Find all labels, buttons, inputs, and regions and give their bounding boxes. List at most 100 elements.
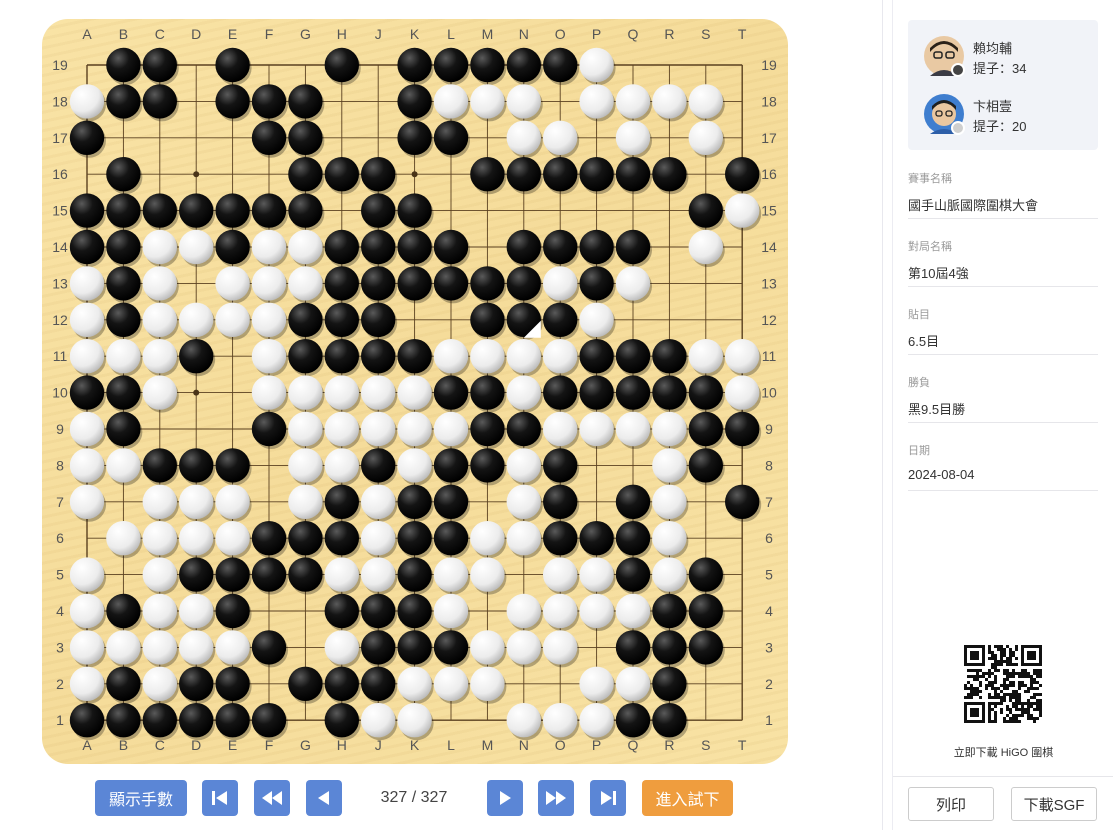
black-stone bbox=[615, 229, 651, 265]
column-label: R bbox=[664, 26, 674, 42]
download-sgf-button[interactable]: 下載SGF bbox=[1011, 787, 1097, 821]
white-stone bbox=[506, 120, 541, 155]
white-stone bbox=[397, 703, 432, 738]
white-stone bbox=[652, 448, 687, 483]
black-stone bbox=[215, 193, 250, 228]
white-stone bbox=[543, 703, 578, 738]
last-move-button[interactable] bbox=[590, 780, 626, 816]
info-label: 貼目 bbox=[908, 309, 930, 321]
fast-backward-icon bbox=[262, 791, 282, 805]
black-stone bbox=[543, 521, 578, 556]
black-stone bbox=[288, 521, 323, 556]
info-result: 勝負 黑9.5目勝 bbox=[908, 374, 1098, 423]
row-label: 10 bbox=[761, 385, 777, 401]
fast-backward-button[interactable] bbox=[254, 780, 290, 816]
black-stone bbox=[433, 47, 469, 83]
fast-forward-button[interactable] bbox=[538, 780, 574, 816]
black-stone bbox=[470, 411, 505, 447]
white-stone bbox=[543, 339, 578, 374]
black-stone bbox=[725, 484, 760, 519]
row-label: 3 bbox=[56, 639, 64, 655]
black-stone bbox=[361, 630, 396, 665]
black-stone bbox=[251, 630, 287, 665]
black-stone bbox=[324, 593, 359, 629]
black-stone bbox=[142, 47, 177, 83]
black-stone bbox=[615, 703, 651, 738]
row-label: 11 bbox=[762, 348, 777, 364]
black-stone bbox=[615, 375, 651, 410]
info-value: 第10屆4強 bbox=[908, 266, 969, 281]
black-stone bbox=[215, 47, 250, 83]
white-stone bbox=[470, 339, 505, 374]
row-label: 15 bbox=[52, 203, 68, 219]
row-label: 7 bbox=[56, 494, 64, 510]
white-stone bbox=[324, 375, 359, 410]
white-stone bbox=[506, 375, 541, 410]
row-label: 9 bbox=[56, 421, 64, 437]
row-label: 14 bbox=[52, 239, 68, 255]
black-stone bbox=[652, 630, 687, 665]
first-move-icon bbox=[212, 791, 227, 805]
column-label: P bbox=[592, 26, 601, 42]
white-stone bbox=[543, 266, 578, 301]
black-stone bbox=[688, 411, 723, 447]
black-stone bbox=[397, 484, 432, 519]
white-stone bbox=[179, 484, 214, 519]
column-label: B bbox=[119, 26, 128, 42]
white-stone bbox=[324, 557, 359, 592]
black-stone bbox=[361, 229, 396, 265]
board-grid[interactable]: AABBCCDDEEFFGGHHJJKKLLMMNNOOPPQQRRSSTT1 1… bbox=[42, 19, 788, 764]
white-stone bbox=[179, 229, 214, 265]
row-label: 17 bbox=[52, 130, 68, 146]
column-label: T bbox=[738, 26, 747, 42]
white-stone bbox=[579, 411, 614, 447]
white-stone bbox=[142, 521, 177, 556]
column-label: C bbox=[155, 26, 165, 42]
player-black: 賴均輔 提子：34 bbox=[924, 36, 1094, 82]
white-stone bbox=[615, 120, 651, 155]
black-stone bbox=[324, 666, 359, 701]
try-mode-button[interactable]: 進入試下 bbox=[642, 780, 733, 816]
next-move-button[interactable] bbox=[487, 780, 523, 816]
black-stone bbox=[106, 193, 141, 228]
white-stone bbox=[106, 448, 141, 483]
black-stone bbox=[579, 266, 614, 301]
white-stone bbox=[361, 557, 396, 592]
first-move-button[interactable] bbox=[202, 780, 238, 816]
black-stone bbox=[397, 120, 432, 155]
black-stone bbox=[506, 229, 541, 265]
black-stone bbox=[615, 157, 651, 192]
black-stone bbox=[179, 448, 214, 483]
white-stone bbox=[579, 593, 614, 629]
white-stone bbox=[725, 375, 760, 410]
column-label: H bbox=[337, 26, 347, 42]
black-stone bbox=[470, 157, 505, 192]
black-stone bbox=[397, 630, 432, 665]
column-label: D bbox=[191, 26, 201, 42]
black-stone bbox=[543, 484, 578, 519]
row-label: 16 bbox=[52, 166, 68, 182]
black-stone bbox=[142, 703, 177, 738]
white-stone-icon bbox=[951, 121, 965, 135]
row-label: 18 bbox=[761, 93, 777, 109]
black-stone bbox=[543, 302, 578, 337]
prev-move-icon bbox=[318, 791, 329, 805]
white-stone bbox=[142, 593, 177, 629]
column-label: T bbox=[738, 737, 747, 753]
black-stone bbox=[69, 120, 105, 155]
black-stone bbox=[324, 302, 359, 337]
black-stone bbox=[652, 339, 687, 374]
black-stone bbox=[69, 375, 105, 410]
row-label: 8 bbox=[765, 457, 773, 473]
prev-move-button[interactable] bbox=[306, 780, 342, 816]
show-move-numbers-button[interactable]: 顯示手數 bbox=[95, 780, 187, 816]
print-button[interactable]: 列印 bbox=[908, 787, 994, 821]
info-value: 國手山脈國際圍棋大會 bbox=[908, 198, 1039, 213]
white-stone bbox=[69, 630, 105, 665]
white-stone bbox=[361, 411, 396, 447]
white-stone bbox=[324, 411, 359, 447]
black-stone bbox=[288, 120, 323, 155]
white-stone bbox=[251, 302, 287, 337]
black-stone bbox=[324, 266, 359, 301]
go-board[interactable]: AABBCCDDEEFFGGHHJJKKLLMMNNOOPPQQRRSSTT11… bbox=[42, 19, 788, 764]
